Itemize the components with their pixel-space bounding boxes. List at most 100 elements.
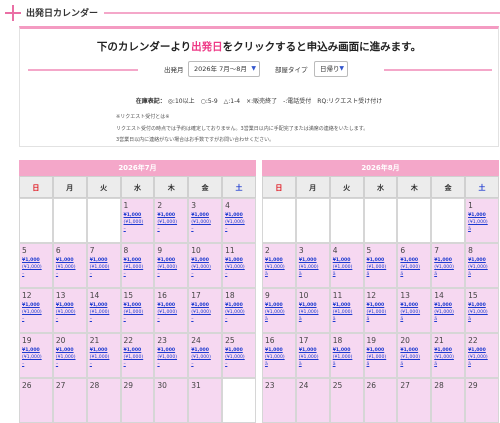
price-link[interactable]: ¥1,000	[299, 258, 317, 263]
stock-status-link[interactable]: –	[191, 317, 193, 322]
price-link[interactable]: ¥1,000	[124, 258, 142, 263]
price-link[interactable]: ¥1,000	[265, 303, 283, 308]
calendar-day[interactable]: 15 ¥1,000 (¥1,000) ä	[465, 288, 499, 333]
calendar-day[interactable]: 5 ¥1,000 (¥1,000) –	[19, 243, 53, 288]
price-link[interactable]: ¥1,000	[468, 258, 486, 263]
stock-status-link[interactable]: ä	[434, 272, 437, 277]
child-price-link[interactable]: (¥1,000)	[157, 220, 177, 225]
price-link[interactable]: ¥1,000	[225, 213, 243, 218]
child-price-link[interactable]: (¥1,000)	[400, 310, 420, 315]
calendar-day[interactable]: 4 ¥1,000 (¥1,000) –	[222, 198, 256, 243]
price-link[interactable]: ¥1,000	[367, 258, 385, 263]
stock-status-link[interactable]: –	[157, 227, 159, 232]
calendar-day[interactable]: 6 ¥1,000 (¥1,000) –	[52, 243, 87, 288]
price-link[interactable]: ¥1,000	[434, 258, 452, 263]
price-link[interactable]: ¥1,000	[90, 258, 108, 263]
calendar-day[interactable]: 3 ¥1,000 (¥1,000) –	[188, 198, 223, 243]
stock-status-link[interactable]: –	[191, 362, 193, 367]
price-link[interactable]: ¥1,000	[299, 303, 317, 308]
child-price-link[interactable]: (¥1,000)	[468, 265, 488, 270]
child-price-link[interactable]: (¥1,000)	[191, 310, 211, 315]
calendar-day[interactable]: 10 ¥1,000 (¥1,000) ä	[295, 288, 330, 333]
stock-status-link[interactable]: –	[22, 272, 24, 277]
calendar-day[interactable]: 13 ¥1,000 (¥1,000) –	[52, 288, 87, 333]
price-link[interactable]: ¥1,000	[191, 258, 209, 263]
stock-status-link[interactable]: ä	[468, 272, 471, 277]
stock-status-link[interactable]: ä	[400, 317, 403, 322]
stock-status-link[interactable]: ä	[333, 362, 336, 367]
stock-status-link[interactable]: –	[56, 272, 58, 277]
price-link[interactable]: ¥1,000	[157, 258, 175, 263]
calendar-day[interactable]: 14 ¥1,000 (¥1,000) –	[86, 288, 121, 333]
child-price-link[interactable]: (¥1,000)	[265, 355, 285, 360]
child-price-link[interactable]: (¥1,000)	[299, 265, 319, 270]
child-price-link[interactable]: (¥1,000)	[157, 310, 177, 315]
child-price-link[interactable]: (¥1,000)	[225, 265, 245, 270]
child-price-link[interactable]: (¥1,000)	[367, 355, 387, 360]
price-link[interactable]: ¥1,000	[90, 303, 108, 308]
child-price-link[interactable]: (¥1,000)	[22, 355, 42, 360]
stock-status-link[interactable]: –	[90, 362, 92, 367]
room-type-select[interactable]: 日帰り ▼	[314, 61, 348, 77]
calendar-day[interactable]: 8 ¥1,000 (¥1,000) –	[120, 243, 155, 288]
price-link[interactable]: ¥1,000	[124, 303, 142, 308]
stock-status-link[interactable]: –	[124, 362, 126, 367]
stock-status-link[interactable]: –	[90, 272, 92, 277]
calendar-day[interactable]: 3 ¥1,000 (¥1,000) ä	[295, 243, 330, 288]
price-link[interactable]: ¥1,000	[265, 348, 283, 353]
calendar-day[interactable]: 7 ¥1,000 (¥1,000) –	[86, 243, 121, 288]
stock-status-link[interactable]: ä	[265, 362, 268, 367]
stock-status-link[interactable]: ä	[400, 362, 403, 367]
child-price-link[interactable]: (¥1,000)	[191, 355, 211, 360]
calendar-day[interactable]: 17 ¥1,000 (¥1,000) ä	[295, 333, 330, 378]
calendar-day[interactable]: 9 ¥1,000 (¥1,000) ä	[262, 288, 296, 333]
child-price-link[interactable]: (¥1,000)	[225, 310, 245, 315]
calendar-day[interactable]: 24 ¥1,000 (¥1,000) –	[188, 333, 223, 378]
calendar-day[interactable]: 12 ¥1,000 (¥1,000) ä	[363, 288, 398, 333]
price-link[interactable]: ¥1,000	[22, 258, 40, 263]
stock-status-link[interactable]: ä	[299, 272, 302, 277]
stock-status-link[interactable]: –	[56, 317, 58, 322]
stock-status-link[interactable]: –	[157, 362, 159, 367]
child-price-link[interactable]: (¥1,000)	[299, 355, 319, 360]
calendar-day[interactable]: 5 ¥1,000 (¥1,000) ä	[363, 243, 398, 288]
calendar-day[interactable]: 19 ¥1,000 (¥1,000) –	[19, 333, 53, 378]
child-price-link[interactable]: (¥1,000)	[157, 265, 177, 270]
stock-status-link[interactable]: ä	[468, 317, 471, 322]
price-link[interactable]: ¥1,000	[225, 348, 243, 353]
child-price-link[interactable]: (¥1,000)	[468, 355, 488, 360]
stock-status-link[interactable]: ä	[400, 272, 403, 277]
child-price-link[interactable]: (¥1,000)	[468, 310, 488, 315]
price-link[interactable]: ¥1,000	[367, 303, 385, 308]
child-price-link[interactable]: (¥1,000)	[333, 355, 353, 360]
calendar-day[interactable]: 23 ¥1,000 (¥1,000) –	[154, 333, 189, 378]
price-link[interactable]: ¥1,000	[400, 303, 418, 308]
child-price-link[interactable]: (¥1,000)	[225, 355, 245, 360]
child-price-link[interactable]: (¥1,000)	[367, 310, 387, 315]
calendar-day[interactable]: 18 ¥1,000 (¥1,000) –	[222, 288, 256, 333]
stock-status-link[interactable]: –	[22, 362, 24, 367]
calendar-day[interactable]: 19 ¥1,000 (¥1,000) ä	[363, 333, 398, 378]
child-price-link[interactable]: (¥1,000)	[299, 310, 319, 315]
child-price-link[interactable]: (¥1,000)	[434, 310, 454, 315]
child-price-link[interactable]: (¥1,000)	[333, 265, 353, 270]
calendar-day[interactable]: 25 ¥1,000 (¥1,000) –	[222, 333, 256, 378]
stock-status-link[interactable]: –	[124, 317, 126, 322]
child-price-link[interactable]: (¥1,000)	[22, 265, 42, 270]
child-price-link[interactable]: (¥1,000)	[157, 355, 177, 360]
child-price-link[interactable]: (¥1,000)	[56, 265, 76, 270]
stock-status-link[interactable]: –	[191, 272, 193, 277]
calendar-day[interactable]: 8 ¥1,000 (¥1,000) ä	[465, 243, 499, 288]
stock-status-link[interactable]: –	[22, 317, 24, 322]
departure-month-select[interactable]: 2026年 7月～8月 ▼	[188, 61, 260, 77]
calendar-day[interactable]: 12 ¥1,000 (¥1,000) –	[19, 288, 53, 333]
stock-status-link[interactable]: –	[157, 272, 159, 277]
price-link[interactable]: ¥1,000	[56, 348, 74, 353]
calendar-day[interactable]: 11 ¥1,000 (¥1,000) –	[222, 243, 256, 288]
calendar-day[interactable]: 10 ¥1,000 (¥1,000) –	[188, 243, 223, 288]
price-link[interactable]: ¥1,000	[434, 348, 452, 353]
child-price-link[interactable]: (¥1,000)	[225, 220, 245, 225]
child-price-link[interactable]: (¥1,000)	[400, 265, 420, 270]
price-link[interactable]: ¥1,000	[124, 348, 142, 353]
calendar-day[interactable]: 20 ¥1,000 (¥1,000) ä	[397, 333, 432, 378]
